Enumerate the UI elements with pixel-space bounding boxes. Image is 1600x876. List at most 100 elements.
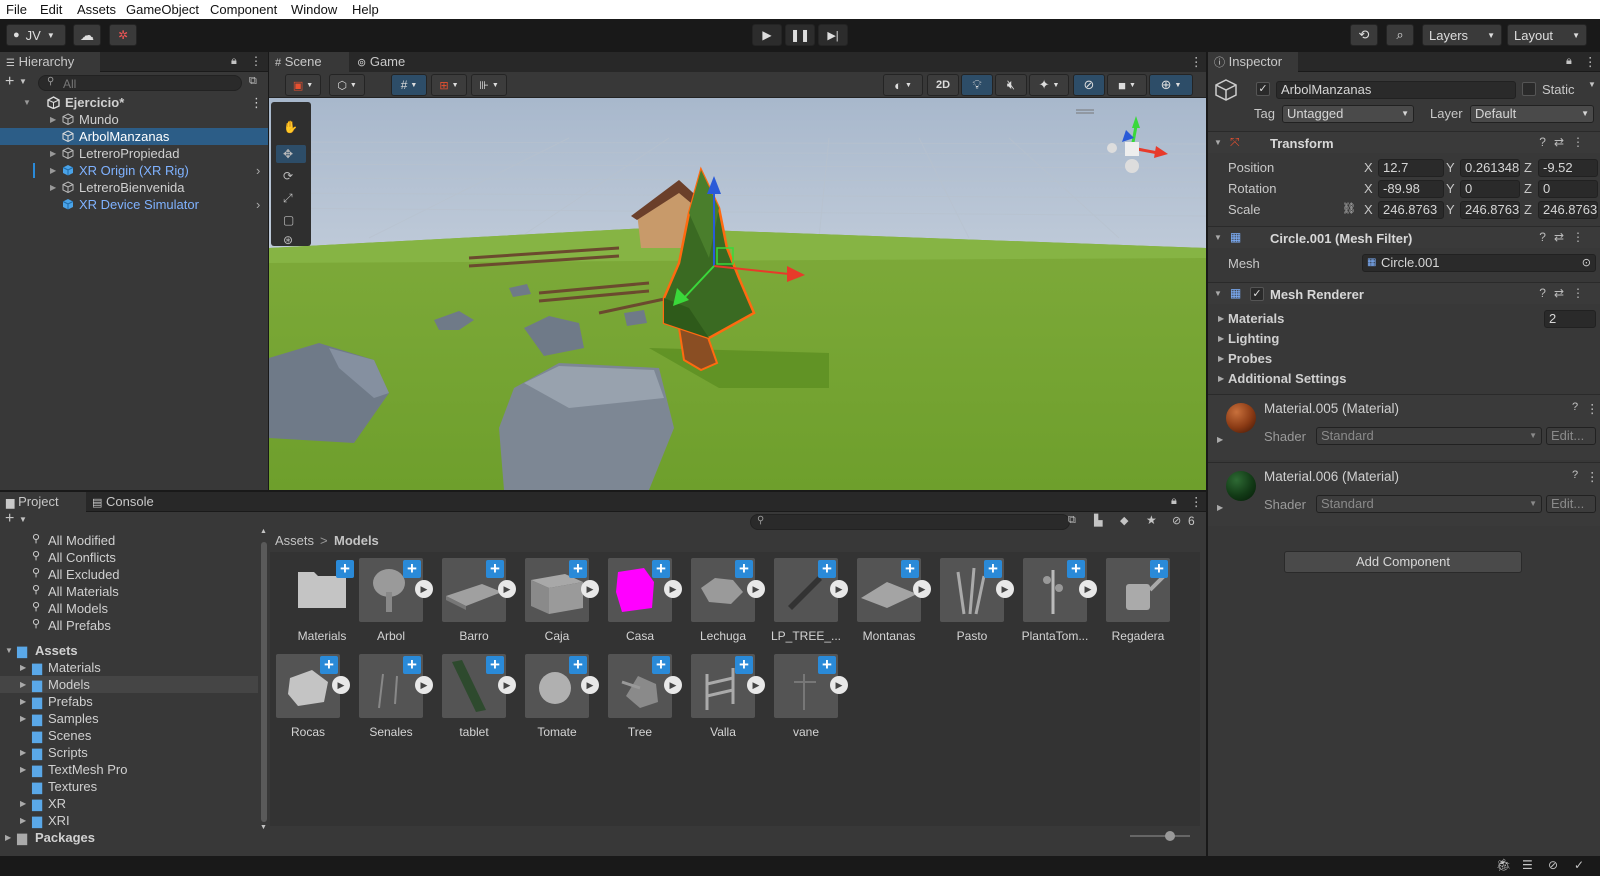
asset-arbol[interactable]: + ▶ Arbol [359, 558, 439, 650]
play-icon[interactable]: ▶ [830, 676, 848, 694]
lock-icon[interactable]: 🔒︎ [1171, 495, 1177, 508]
more-icon[interactable]: ⋮ [1190, 54, 1203, 69]
scale-y-field[interactable]: 246.8763 [1460, 201, 1520, 219]
hierarchy-item-letrerobienvenida[interactable]: ▶ LetreroBienvenida [0, 179, 268, 196]
lighting-status-icon[interactable]: ⊘ [1548, 858, 1558, 872]
asset-senales[interactable]: + ▶ Senales [359, 654, 439, 746]
add-icon[interactable]: + [901, 560, 919, 578]
object-picker-icon[interactable]: ⊙ [1582, 255, 1591, 271]
breadcrumb-models[interactable]: Models [334, 533, 379, 548]
add-icon[interactable]: + [569, 560, 587, 578]
scale-z-field[interactable]: 246.8763 [1538, 201, 1598, 219]
folder-samples[interactable]: ▶ ▆ Samples [0, 710, 258, 727]
scroll-down-icon[interactable]: ▼ [260, 824, 267, 831]
add-icon[interactable]: + [735, 560, 753, 578]
scroll-up-icon[interactable]: ▲ [260, 528, 267, 535]
scale-x-field[interactable]: 246.8763 [1378, 201, 1444, 219]
snap-increment-button[interactable]: ⊞ ▼ [431, 74, 467, 96]
probes-foldout[interactable]: Probes [1228, 351, 1272, 366]
hierarchy-item-arbolmanzanas[interactable]: ArbolManzanas [0, 128, 268, 145]
favorite-all-prefabs[interactable]: ⚲ All Prefabs [0, 617, 258, 634]
rotation-x-field[interactable]: -89.98 [1378, 180, 1444, 198]
camera-button[interactable]: ■ ▼ [1107, 74, 1147, 96]
asset-rocas[interactable]: + ▶ Rocas [276, 654, 356, 746]
render-mode-button[interactable]: ⬡ ▼ [329, 74, 365, 96]
account-dropdown[interactable]: ● JV ▼ [6, 24, 66, 46]
fold-arrow-icon[interactable]: ▶ [1217, 503, 1223, 512]
asset-lp-tree[interactable]: + ▶ LP_TREE_... [771, 558, 854, 650]
menu-edit[interactable]: Edit [40, 2, 62, 17]
project-search-input[interactable]: ⚲ [750, 514, 1070, 530]
shader-dropdown[interactable]: Standard ▼ [1316, 495, 1542, 513]
tab-game[interactable]: ⊚ Game [351, 52, 421, 73]
tab-inspector[interactable]: ⓘ Inspector [1208, 52, 1298, 73]
play-icon[interactable]: ▶ [913, 580, 931, 598]
component-actions[interactable]: ?⇄⋮ [1539, 135, 1592, 149]
favorite-all-conflicts[interactable]: ⚲ All Conflicts [0, 549, 258, 566]
play-icon[interactable]: ▶ [332, 676, 350, 694]
constrain-proportions-icon[interactable]: ⛓ [1342, 202, 1356, 215]
scrollbar-thumb[interactable] [261, 542, 267, 822]
rotation-z-field[interactable]: 0 [1538, 180, 1598, 198]
folder-textures[interactable]: ▆ Textures [0, 778, 258, 795]
asset-casa[interactable]: + ▶ Casa [608, 558, 688, 650]
grid-snap-button[interactable]: # ▼ [391, 74, 427, 96]
asset-caja[interactable]: + ▶ Caja [525, 558, 605, 650]
shader-dropdown[interactable]: Standard ▼ [1316, 427, 1542, 445]
asset-valla[interactable]: + ▶ Valla [691, 654, 771, 746]
edit-shader-button[interactable]: Edit... [1546, 427, 1596, 445]
play-icon[interactable]: ▶ [664, 580, 682, 598]
add-icon[interactable]: + [320, 656, 338, 674]
add-icon[interactable]: + [818, 560, 836, 578]
hidden-packages-icon[interactable]: ⊘ [1172, 514, 1181, 527]
add-icon[interactable]: + [652, 560, 670, 578]
mesh-field[interactable]: ▦ Circle.001 ⊙ [1362, 254, 1596, 272]
ruler-button[interactable]: ⊪ ▼ [471, 74, 507, 96]
more-icon[interactable]: ⋮ [1586, 469, 1599, 484]
menu-gameobject[interactable]: GameObject [126, 2, 199, 17]
draw-mode-button[interactable]: ▣ ▼ [285, 74, 321, 96]
asset-vane[interactable]: + ▶ vane [774, 654, 854, 746]
chevron-right-icon[interactable]: › [256, 163, 260, 178]
add-icon[interactable]: + [1150, 560, 1168, 578]
play-icon[interactable]: ▶ [747, 676, 765, 694]
add-icon[interactable]: + [336, 560, 354, 578]
folder-tree-scrollbar[interactable]: ▲ ▼ [259, 528, 269, 832]
object-name-field[interactable]: ArbolManzanas [1276, 81, 1516, 99]
component-actions[interactable]: ?⇄⋮ [1539, 286, 1592, 300]
play-button[interactable]: ▶ [752, 24, 782, 46]
help-icon[interactable]: ? [1572, 401, 1578, 413]
filter-by-label-icon[interactable]: ◆ [1120, 514, 1128, 527]
add-icon[interactable]: + [652, 656, 670, 674]
fold-arrow-icon[interactable]: ▶ [1217, 435, 1223, 444]
play-icon[interactable]: ▶ [581, 676, 599, 694]
play-icon[interactable]: ▶ [996, 580, 1014, 598]
add-component-button[interactable]: Add Component [1284, 551, 1522, 573]
database-icon[interactable]: ☰ [1522, 858, 1533, 872]
effects-button[interactable]: ✦ ▼ [1029, 74, 1069, 96]
scene-row[interactable]: ▼ Ejercicio* ⋮ [0, 94, 268, 111]
fold-arrow-icon[interactable]: ▶ [1218, 334, 1224, 343]
static-checkbox[interactable] [1522, 82, 1536, 96]
favorite-all-models[interactable]: ⚲ All Models [0, 600, 258, 617]
asset-tablet[interactable]: + ▶ tablet [442, 654, 522, 746]
collab-button[interactable]: ✲ [109, 24, 137, 46]
position-z-field[interactable]: -9.52 [1538, 159, 1598, 177]
menu-help[interactable]: Help [352, 2, 379, 17]
mesh-renderer-enabled-checkbox[interactable]: ✓ [1250, 287, 1264, 301]
pause-button[interactable]: ❚❚ [785, 24, 815, 46]
more-icon[interactable]: ⋮ [1584, 54, 1597, 69]
active-checkbox[interactable]: ✓ [1256, 82, 1270, 96]
asset-plantatom[interactable]: + ▶ PlantaTom... [1022, 558, 1103, 650]
hierarchy-item-letreropropiedad[interactable]: ▶ LetreroPropiedad [0, 145, 268, 162]
mesh-filter-header[interactable]: ▼ ▦ Circle.001 (Mesh Filter) ?⇄⋮ [1208, 226, 1600, 248]
folder-scenes[interactable]: ▆ Scenes [0, 727, 258, 744]
play-icon[interactable]: ▶ [415, 580, 433, 598]
layers-dropdown[interactable]: Layers ▼ [1422, 24, 1502, 46]
mesh-renderer-header[interactable]: ▼ ▦ ✓ Mesh Renderer ?⇄⋮ [1208, 282, 1600, 304]
zoom-slider-track[interactable] [1130, 835, 1190, 837]
play-icon[interactable]: ▶ [830, 580, 848, 598]
add-icon[interactable]: + [818, 656, 836, 674]
toggle-2d-button[interactable]: 2D [927, 74, 959, 96]
layout-dropdown[interactable]: Layout ▼ [1507, 24, 1587, 46]
